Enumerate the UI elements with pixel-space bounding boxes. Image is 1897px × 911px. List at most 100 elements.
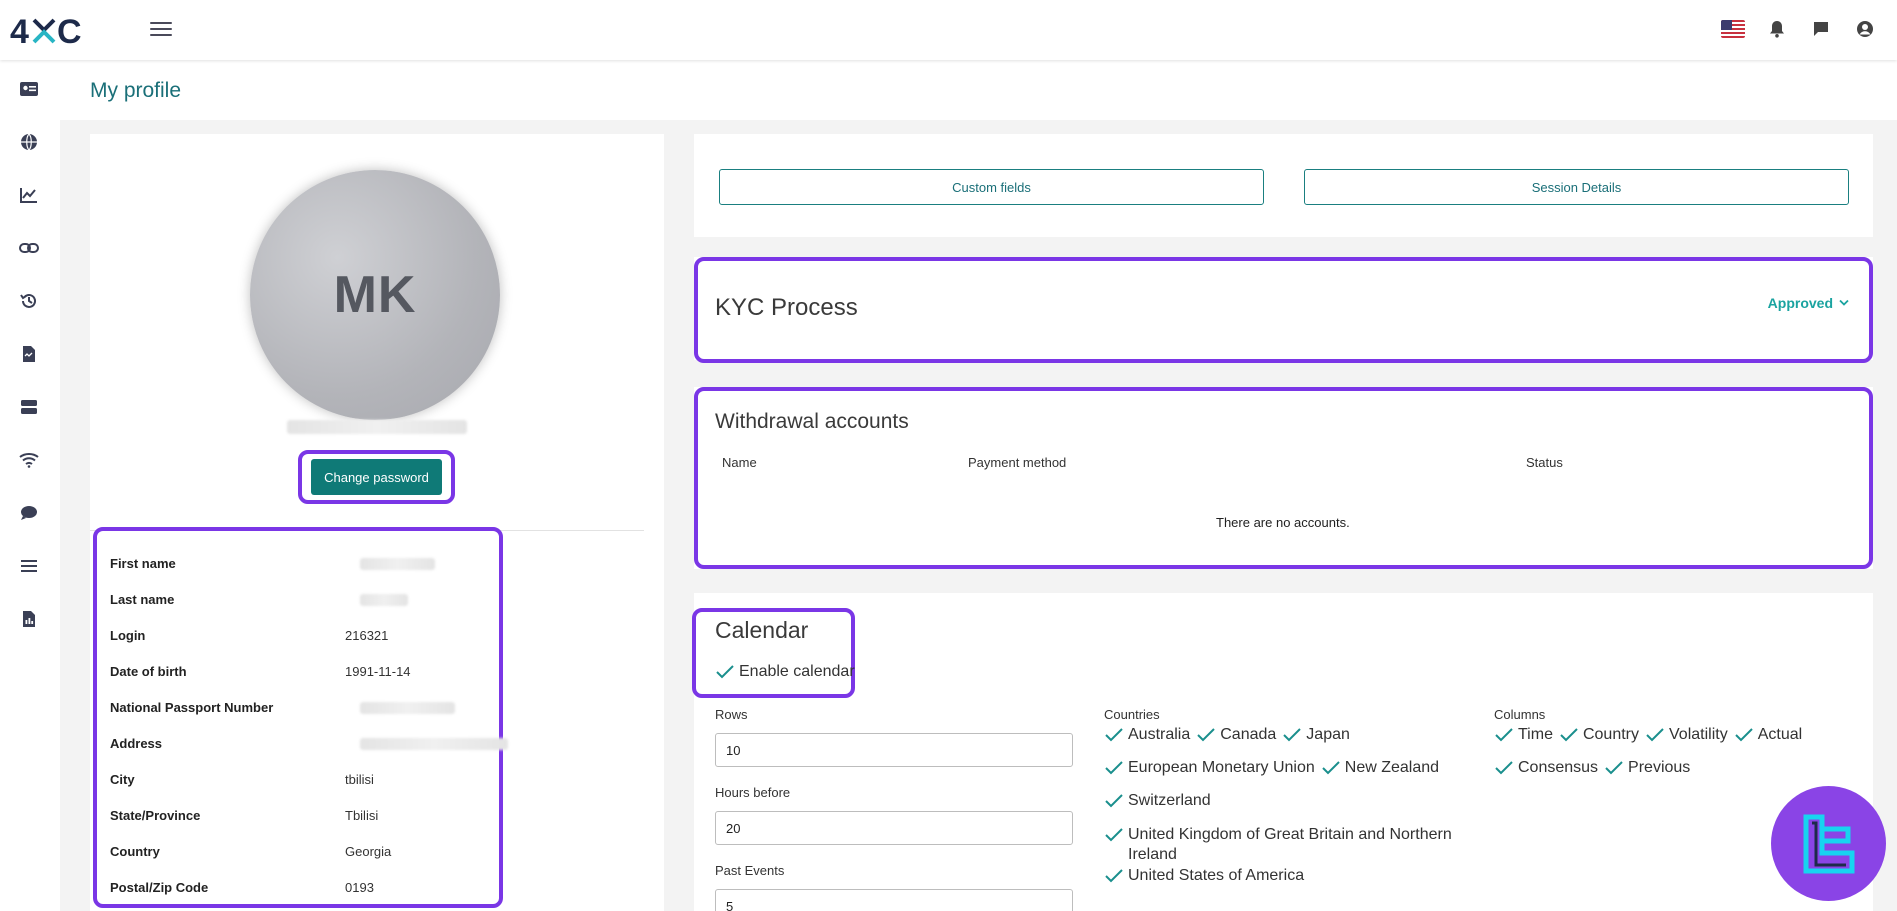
highlight-frame [694, 257, 1873, 363]
check-icon [1105, 761, 1123, 775]
column-label: Consensus [1518, 759, 1599, 776]
columns-label: Columns [1494, 707, 1546, 722]
kyc-status-dropdown[interactable]: Approved [1768, 295, 1849, 311]
country-checkbox[interactable]: New Zealand [1321, 759, 1439, 777]
info-label: Login [110, 628, 146, 643]
calendar-title: Calendar [715, 617, 809, 643]
value-redacted [360, 702, 455, 714]
rows-input[interactable] [715, 733, 1073, 767]
account-icon[interactable] [1853, 17, 1877, 41]
info-row-login: Login 216321 [110, 628, 510, 648]
country-checkbox[interactable]: European Monetary Union [1104, 759, 1315, 777]
bell-icon[interactable] [1765, 17, 1789, 41]
menu-toggle-icon[interactable] [150, 18, 172, 40]
countries-group: European Monetary Union New Zealand [1104, 759, 1484, 777]
chart-line-icon[interactable] [18, 184, 40, 206]
column-header-name: Name [722, 455, 757, 470]
page-header: My profile [60, 60, 1897, 120]
custom-fields-button[interactable]: Custom fields [719, 169, 1264, 205]
check-icon [1560, 728, 1578, 742]
column-checkbox[interactable]: Volatility [1645, 726, 1728, 744]
id-card-icon[interactable] [18, 78, 40, 100]
brand-logo[interactable]: 4 C [10, 12, 100, 51]
column-header-payment-method: Payment method [968, 455, 1067, 470]
sidebar [0, 60, 60, 911]
column-checkbox[interactable]: Actual [1734, 726, 1802, 744]
list-icon[interactable] [18, 555, 40, 577]
check-icon [1105, 728, 1123, 742]
country-label: Japan [1306, 726, 1350, 743]
check-icon [1105, 828, 1123, 842]
columns-group: Time Country Volatility Actual [1494, 726, 1834, 744]
comment-icon[interactable] [18, 502, 40, 524]
info-row-address: Address [110, 736, 510, 756]
country-checkbox[interactable]: Japan [1282, 726, 1350, 744]
file-chart-icon[interactable] [18, 608, 40, 630]
country-label: Australia [1128, 726, 1191, 743]
country-checkbox[interactable]: United Kingdom of Great Britain and Nort… [1104, 825, 1458, 865]
country-label: European Monetary Union [1128, 759, 1315, 776]
countries-group: Switzerland [1104, 792, 1484, 810]
session-details-button[interactable]: Session Details [1304, 169, 1849, 205]
column-checkbox[interactable]: Country [1559, 726, 1639, 744]
column-label: Time [1518, 726, 1553, 743]
check-icon [1105, 794, 1123, 808]
info-label: Country [110, 844, 160, 859]
country-checkbox[interactable]: United States of America [1104, 867, 1304, 885]
globe-icon[interactable] [18, 131, 40, 153]
svg-text:C: C [57, 13, 82, 48]
actions-card: Custom fields Session Details [694, 134, 1873, 237]
document-icon[interactable] [18, 343, 40, 365]
info-label: State/Province [110, 808, 201, 823]
info-row-country: Country Georgia [110, 844, 510, 864]
empty-state-text: There are no accounts. [1216, 515, 1350, 530]
info-row-passport: National Passport Number [110, 700, 510, 720]
countries-group: United States of America [1104, 867, 1484, 885]
value-redacted [360, 738, 508, 750]
us-flag-icon[interactable] [1721, 20, 1745, 38]
country-checkbox[interactable]: Canada [1196, 726, 1276, 744]
info-row-date-of-birth: Date of birth 1991-11-14 [110, 664, 510, 684]
column-checkbox[interactable]: Previous [1604, 759, 1690, 777]
chat-icon[interactable] [1809, 17, 1833, 41]
change-password-button[interactable]: Change password [311, 459, 442, 495]
calendar-card: Calendar Enable calendar Rows Hours befo… [692, 593, 1873, 911]
info-value: 1991-11-14 [345, 664, 411, 679]
columns-group: Consensus Previous [1494, 759, 1834, 777]
withdrawal-card: Withdrawal accounts Name Payment method … [694, 387, 1873, 569]
hours-before-label: Hours before [715, 785, 791, 800]
check-icon [1322, 761, 1340, 775]
info-row-city: City tbilisi [110, 772, 510, 792]
withdrawal-title: Withdrawal accounts [715, 410, 909, 433]
check-icon [1105, 869, 1123, 883]
server-icon[interactable] [18, 396, 40, 418]
column-checkbox[interactable]: Consensus [1494, 759, 1598, 777]
info-value: 216321 [345, 628, 389, 643]
column-header-status: Status [1526, 455, 1563, 470]
info-label: Date of birth [110, 664, 187, 679]
info-value: 0193 [345, 880, 374, 895]
link-icon[interactable] [18, 237, 40, 259]
wifi-icon[interactable] [18, 449, 40, 471]
countries-group: United Kingdom of Great Britain and Nort… [1104, 825, 1454, 865]
info-value: tbilisi [345, 772, 374, 787]
hours-before-input[interactable] [715, 811, 1073, 845]
country-label: Switzerland [1128, 792, 1211, 809]
country-checkbox[interactable]: Australia [1104, 726, 1190, 744]
info-label: National Passport Number [110, 700, 274, 715]
history-icon[interactable] [18, 290, 40, 312]
value-redacted [360, 558, 435, 570]
column-label: Actual [1757, 726, 1803, 743]
kyc-title: KYC Process [715, 294, 858, 321]
rows-label: Rows [715, 707, 748, 722]
enable-calendar-label: Enable calendar [739, 663, 855, 680]
country-label: United Kingdom of Great Britain and Nort… [1128, 826, 1452, 863]
info-value: Georgia [345, 844, 392, 859]
top-icons [1721, 17, 1877, 41]
country-label: Canada [1220, 726, 1277, 743]
column-checkbox[interactable]: Time [1494, 726, 1553, 744]
country-label: New Zealand [1344, 759, 1440, 776]
enable-calendar-checkbox[interactable]: Enable calendar [715, 663, 855, 681]
past-events-input[interactable] [715, 889, 1073, 911]
country-checkbox[interactable]: Switzerland [1104, 792, 1211, 810]
